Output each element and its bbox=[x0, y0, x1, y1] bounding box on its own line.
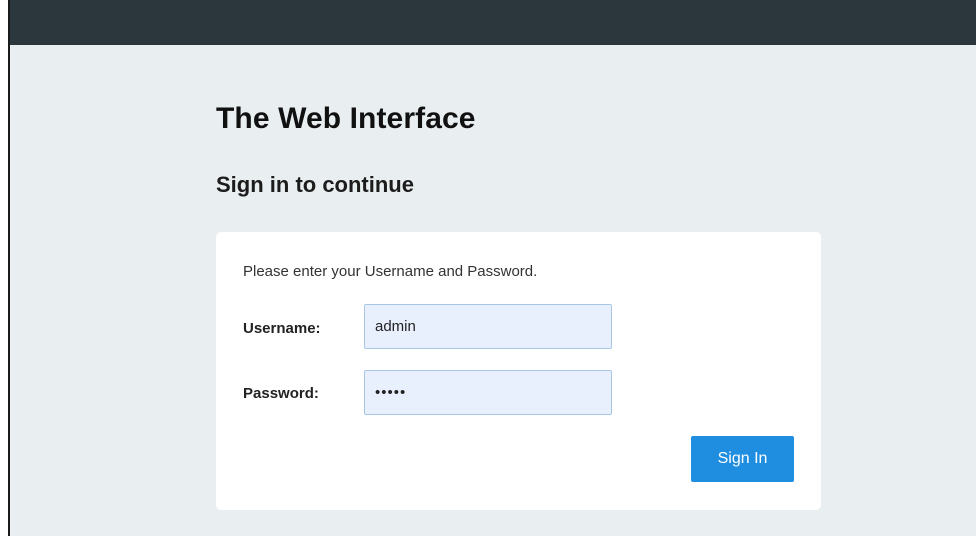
password-input[interactable] bbox=[364, 370, 612, 415]
sign-in-button[interactable]: Sign In bbox=[691, 436, 794, 482]
login-instructions: Please enter your Username and Password. bbox=[243, 263, 538, 280]
sign-in-subtitle: Sign in to continue bbox=[216, 172, 414, 197]
top-navigation-bar bbox=[10, 0, 976, 45]
username-label: Username: bbox=[243, 320, 321, 337]
password-label: Password: bbox=[243, 385, 319, 402]
username-input[interactable] bbox=[364, 304, 612, 349]
login-card: Please enter your Username and Password.… bbox=[216, 232, 821, 510]
browser-viewport: The Web Interface Sign in to continue Pl… bbox=[8, 0, 976, 536]
app-title: The Web Interface bbox=[216, 102, 476, 135]
